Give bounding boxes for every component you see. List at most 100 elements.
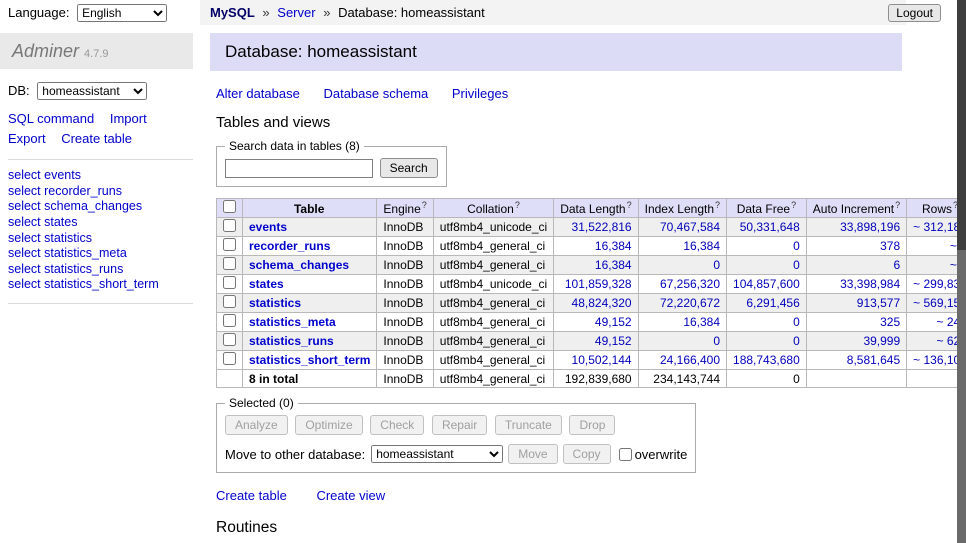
row-checkbox[interactable] bbox=[223, 314, 236, 327]
table-name-link[interactable]: states bbox=[249, 277, 284, 291]
vertical-scrollbar[interactable] bbox=[957, 0, 966, 543]
row-checkbox[interactable] bbox=[223, 257, 236, 270]
check-button: Check bbox=[370, 415, 424, 435]
sidebar-create-table-link[interactable]: Create table bbox=[61, 131, 132, 146]
overwrite-label: overwrite bbox=[635, 447, 688, 462]
auto-increment-cell: 325 bbox=[806, 313, 906, 332]
data-free-cell: 0 bbox=[727, 332, 807, 351]
scrollbar-thumb[interactable] bbox=[957, 0, 966, 250]
optimize-button: Optimize bbox=[295, 415, 362, 435]
database-nav: Alter database Database schema Privilege… bbox=[216, 86, 902, 101]
sidebar-table-link[interactable]: select statistics_short_term bbox=[8, 277, 193, 293]
table-name-link[interactable]: statistics bbox=[249, 296, 301, 310]
breadcrumb-mysql-link[interactable]: MySQL bbox=[210, 5, 255, 20]
sidebar-sql-command-link[interactable]: SQL command bbox=[8, 111, 94, 126]
breadcrumb-server-link[interactable]: Server bbox=[277, 5, 315, 20]
search-input[interactable] bbox=[225, 159, 373, 178]
create-view-link[interactable]: Create view bbox=[316, 488, 385, 503]
alter-database-link[interactable]: Alter database bbox=[216, 86, 300, 101]
row-checkbox[interactable] bbox=[223, 276, 236, 289]
sidebar-table-link[interactable]: select events bbox=[8, 168, 193, 184]
overwrite-control: overwrite bbox=[619, 447, 688, 462]
logout-button[interactable]: Logout bbox=[888, 4, 941, 22]
column-help-link[interactable]: ? bbox=[422, 200, 427, 210]
overwrite-checkbox[interactable] bbox=[619, 448, 632, 461]
app-name: Adminer bbox=[12, 41, 79, 61]
index-length-cell: 16,384 bbox=[638, 237, 726, 256]
data-free-cell: 0 bbox=[727, 237, 807, 256]
sidebar-table-link[interactable]: select states bbox=[8, 215, 193, 231]
index-length-cell: 24,166,400 bbox=[638, 351, 726, 370]
row-checkbox[interactable] bbox=[223, 333, 236, 346]
column-help-link[interactable]: ? bbox=[791, 200, 796, 210]
breadcrumb-separator: » bbox=[262, 5, 269, 20]
breadcrumb-current: Database: homeassistant bbox=[338, 5, 485, 20]
row-checkbox-cell bbox=[217, 351, 243, 370]
database-schema-link[interactable]: Database schema bbox=[323, 86, 428, 101]
truncate-button: Truncate bbox=[495, 415, 562, 435]
sidebar-table-link[interactable]: select recorder_runs bbox=[8, 184, 193, 200]
create-table-link[interactable]: Create table bbox=[216, 488, 287, 503]
breadcrumb: MySQL » Server » Database: homeassistant bbox=[200, 0, 906, 25]
auto-increment-cell: 33,398,984 bbox=[806, 275, 906, 294]
analyze-button: Analyze bbox=[225, 415, 288, 435]
move-label: Move to other database: bbox=[225, 447, 365, 462]
privileges-link[interactable]: Privileges bbox=[452, 86, 508, 101]
sidebar-export-link[interactable]: Export bbox=[8, 131, 46, 146]
row-checkbox-cell bbox=[217, 332, 243, 351]
copy-button: Copy bbox=[563, 444, 611, 464]
data-length-cell: 49,152 bbox=[554, 332, 638, 351]
sidebar-table-link[interactable]: select statistics bbox=[8, 231, 193, 247]
column-help-link[interactable]: ? bbox=[515, 200, 520, 210]
total-collation-cell: utf8mb4_general_ci bbox=[433, 370, 553, 388]
move-db-select[interactable]: homeassistant bbox=[371, 445, 503, 463]
sidebar-table-link[interactable]: select statistics_meta bbox=[8, 246, 193, 262]
table-name-cell: recorder_runs bbox=[243, 237, 377, 256]
move-button: Move bbox=[508, 444, 557, 464]
selected-actions: Analyze Optimize Check Repair Truncate D… bbox=[225, 415, 687, 435]
table-name-link[interactable]: statistics_runs bbox=[249, 334, 334, 348]
column-help-link[interactable]: ? bbox=[627, 200, 632, 210]
row-checkbox[interactable] bbox=[223, 352, 236, 365]
select-all-checkbox[interactable] bbox=[223, 200, 236, 213]
sidebar: Adminer4.7.9 DB: homeassistant SQL comma… bbox=[0, 26, 200, 543]
auto-increment-cell: 39,999 bbox=[806, 332, 906, 351]
table-name-link[interactable]: events bbox=[249, 220, 287, 234]
table-name-cell: schema_changes bbox=[243, 256, 377, 275]
table-body: events InnoDB utf8mb4_unicode_ci 31,522,… bbox=[217, 218, 966, 370]
column-header: Index Length? bbox=[638, 199, 726, 218]
row-checkbox[interactable] bbox=[223, 295, 236, 308]
data-free-cell: 6,291,456 bbox=[727, 294, 807, 313]
table-row: statistics_meta InnoDB utf8mb4_general_c… bbox=[217, 313, 966, 332]
db-select[interactable]: homeassistant bbox=[37, 82, 147, 100]
table-row: states InnoDB utf8mb4_unicode_ci 101,859… bbox=[217, 275, 966, 294]
table-name-link[interactable]: statistics_meta bbox=[249, 315, 336, 329]
collation-cell: utf8mb4_general_ci bbox=[433, 237, 553, 256]
data-length-cell: 31,522,816 bbox=[554, 218, 638, 237]
table-name-link[interactable]: recorder_runs bbox=[249, 239, 330, 253]
language-select[interactable]: English bbox=[77, 4, 167, 22]
sidebar-table-link[interactable]: select statistics_runs bbox=[8, 262, 193, 278]
total-data-free-cell: 0 bbox=[727, 370, 807, 388]
table-name-link[interactable]: statistics_short_term bbox=[249, 353, 370, 367]
sidebar-table-link[interactable]: select schema_changes bbox=[8, 199, 193, 215]
row-checkbox[interactable] bbox=[223, 238, 236, 251]
collation-cell: utf8mb4_general_ci bbox=[433, 256, 553, 275]
auto-increment-cell: 378 bbox=[806, 237, 906, 256]
column-header: Table bbox=[243, 199, 377, 218]
collation-cell: utf8mb4_unicode_ci bbox=[433, 218, 553, 237]
routines-heading: Routines bbox=[216, 519, 902, 537]
table-name-cell: states bbox=[243, 275, 377, 294]
search-button[interactable]: Search bbox=[380, 158, 438, 178]
table-name-link[interactable]: schema_changes bbox=[249, 258, 349, 272]
row-checkbox-cell bbox=[217, 294, 243, 313]
collation-cell: utf8mb4_unicode_ci bbox=[433, 275, 553, 294]
row-checkbox[interactable] bbox=[223, 219, 236, 232]
column-help-link[interactable]: ? bbox=[715, 200, 720, 210]
sidebar-actions: SQL command Import Export Create table bbox=[8, 109, 193, 160]
sidebar-import-link[interactable]: Import bbox=[110, 111, 147, 126]
data-length-cell: 49,152 bbox=[554, 313, 638, 332]
data-free-cell: 0 bbox=[727, 313, 807, 332]
table-row: events InnoDB utf8mb4_unicode_ci 31,522,… bbox=[217, 218, 966, 237]
column-help-link[interactable]: ? bbox=[895, 200, 900, 210]
